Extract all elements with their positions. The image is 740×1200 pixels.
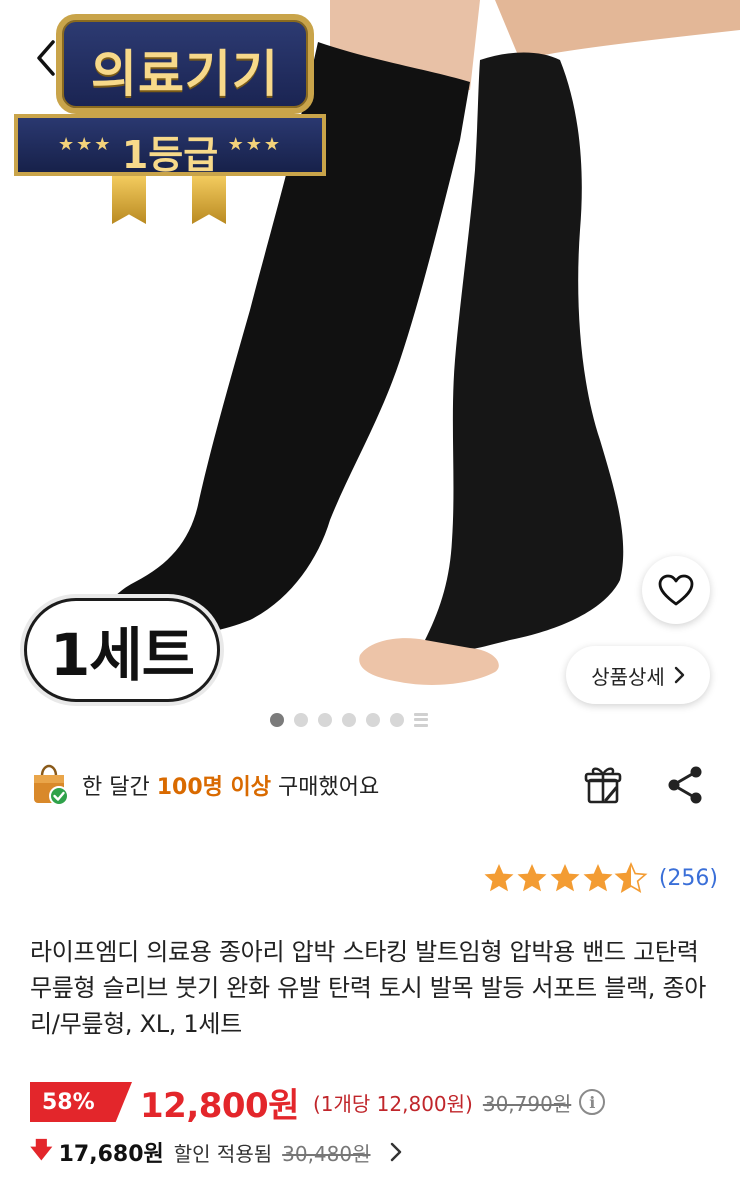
carousel-dot[interactable] [294, 713, 308, 727]
carousel-dot[interactable] [390, 713, 404, 727]
discount-badge: 58% [30, 1082, 132, 1122]
price-row: 58% 12,800원 (1개당 12,800원) 30,790원 i [30, 1078, 730, 1126]
discount-rate: 58% [42, 1089, 95, 1115]
rating-summary[interactable]: (256) [483, 858, 718, 898]
purchase-prefix: 한 달간 [82, 775, 157, 800]
heart-icon [658, 574, 694, 606]
purchase-suffix: 구매했어요 [271, 775, 380, 800]
badge-band: ★★★ 1등급 ★★★ [14, 114, 326, 177]
coupon-original-price: 30,480원 [282, 1141, 371, 1166]
share-button[interactable] [664, 764, 706, 806]
badge-stars-right: ★★★ [227, 134, 282, 155]
product-image[interactable]: 의료기기 ★★★ 1등급 ★★★ 1세트 상품상세 [0, 0, 740, 740]
set-count-text: 1세트 [49, 621, 195, 689]
down-arrow-icon: 🡇 [30, 1138, 53, 1163]
unit-price: (1개당 12,800원) [312, 1091, 473, 1116]
gift-button[interactable] [582, 764, 624, 806]
product-title: 라이프엠디 의료용 종아리 압박 스타킹 발트임형 압박용 밴드 고탄력 무릎형… [30, 938, 707, 1038]
carousel-dot-active[interactable] [270, 713, 284, 727]
wishlist-button[interactable] [642, 556, 710, 624]
purchase-count-text: 한 달간 100명 이상 구매했어요 [82, 769, 379, 801]
carousel-dot[interactable] [342, 713, 356, 727]
review-count[interactable]: (256) [659, 866, 718, 891]
coupon-price-row[interactable]: 🡇 17,680원 할인 적용됨 30,480원 [30, 1134, 403, 1170]
purchase-highlight: 100명 이상 [156, 775, 272, 800]
badge-title-plate: 의료기기 [56, 14, 314, 114]
chevron-right-icon [674, 666, 684, 684]
badge-title: 의료기기 [91, 45, 279, 103]
carousel-dot[interactable] [366, 713, 380, 727]
carousel-indicator[interactable] [270, 712, 428, 728]
carousel-more-icon[interactable] [414, 713, 428, 727]
carousel-dot[interactable] [318, 713, 332, 727]
back-arrow-icon [37, 40, 55, 76]
chevron-right-icon [390, 1142, 401, 1162]
product-detail-button[interactable]: 상품상세 [566, 646, 710, 704]
set-count-label: 1세트 [24, 598, 220, 702]
share-icon [668, 766, 702, 804]
coupon-price: 17,680원 [58, 1142, 164, 1167]
coupon-label: 할인 적용됨 [173, 1141, 273, 1166]
sale-price: 12,800원 [140, 1085, 299, 1126]
product-detail-label: 상품상세 [591, 664, 665, 689]
back-button[interactable] [26, 34, 66, 82]
gift-icon [584, 767, 622, 804]
star-rating-icon [484, 863, 647, 893]
shopping-bag-check-icon [30, 764, 70, 806]
original-price: 30,790원 [482, 1091, 572, 1116]
price-info-icon[interactable]: i [579, 1089, 606, 1115]
